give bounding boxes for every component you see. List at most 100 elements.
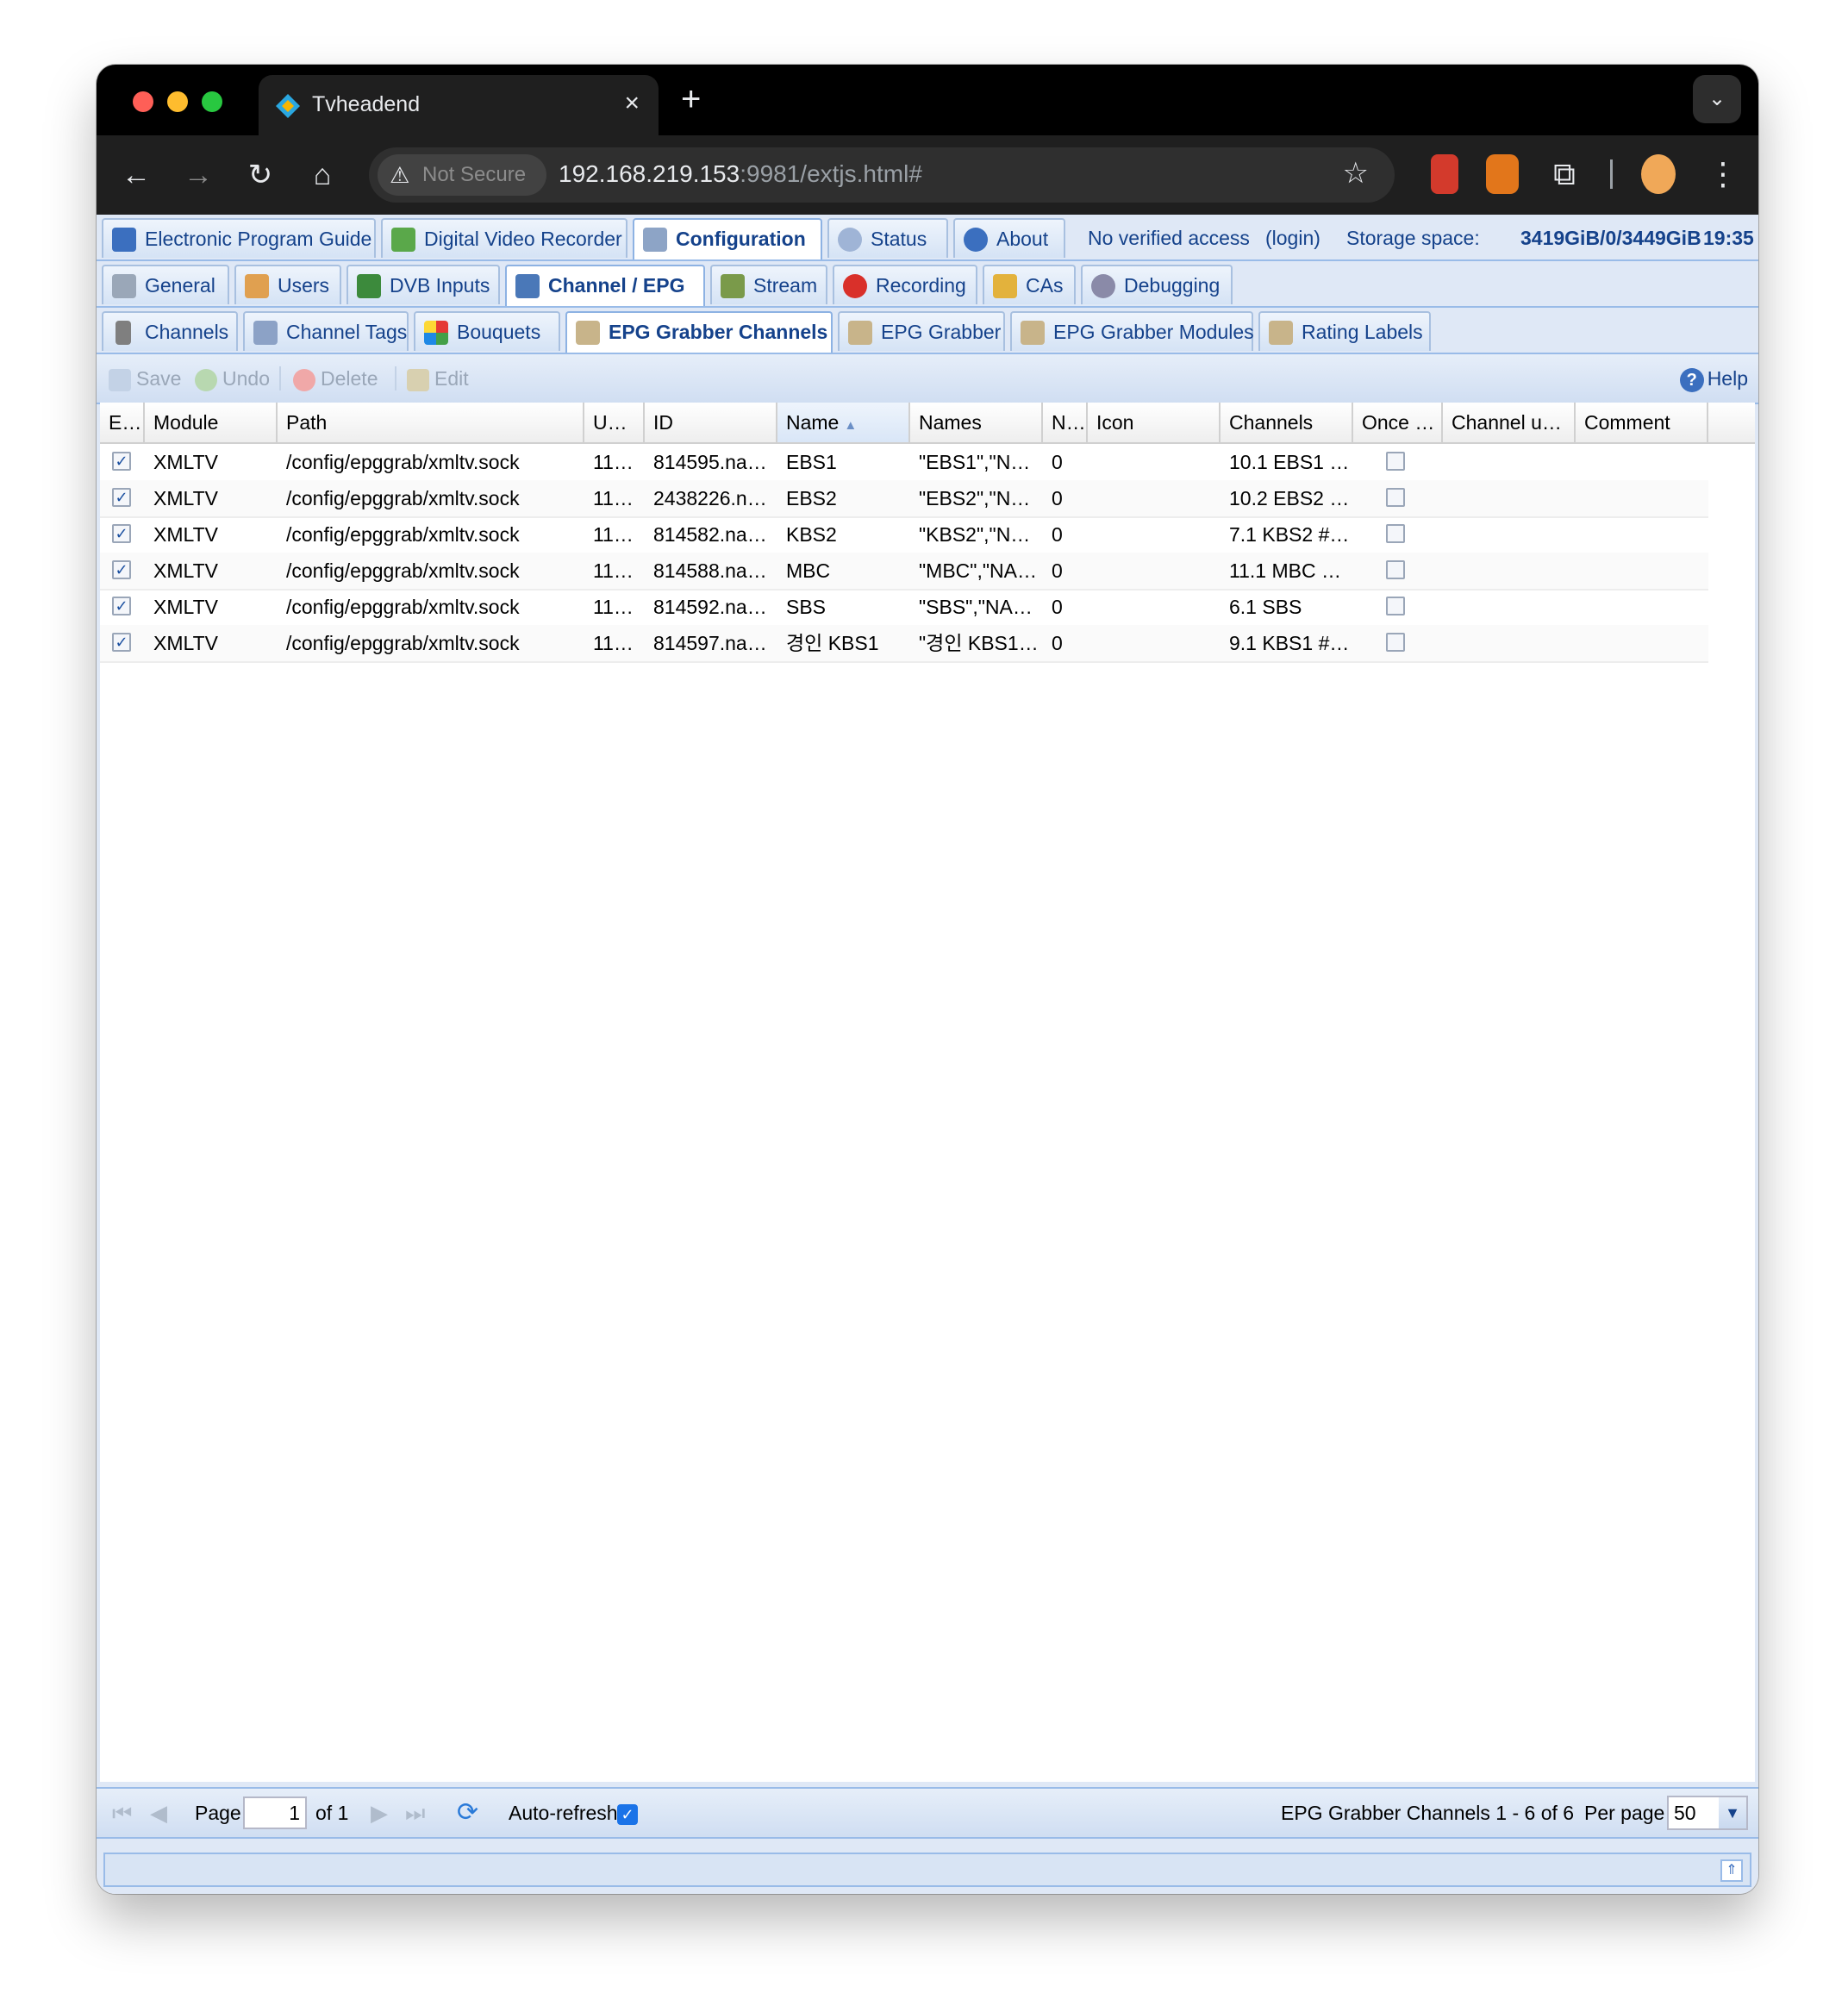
profile-avatar-icon[interactable]	[1641, 154, 1676, 194]
enabled-checkbox[interactable]: ✓	[112, 488, 131, 507]
tab-dvb-inputs[interactable]: DVB Inputs	[346, 265, 500, 304]
tab-rating-labels[interactable]: Rating Labels	[1258, 311, 1431, 351]
column-header-comment[interactable]: Comment	[1576, 403, 1708, 442]
tab-epg-grabber[interactable]: EPG Grabber	[838, 311, 1005, 351]
enabled-checkbox[interactable]: ✓	[112, 524, 131, 543]
column-header-updated[interactable]: U…	[584, 403, 645, 442]
minimize-window-button[interactable]	[167, 91, 188, 112]
undo-button[interactable]: Undo	[195, 354, 270, 403]
maximize-window-button[interactable]	[202, 91, 222, 112]
column-header-channel-update[interactable]: Channel u…	[1443, 403, 1576, 442]
column-header-enabled[interactable]: E…	[100, 403, 145, 442]
extensions-puzzle-icon[interactable]: ⧉	[1545, 154, 1584, 194]
book-extension-icon[interactable]	[1431, 154, 1458, 194]
tab-channels[interactable]: Channels	[102, 311, 238, 351]
tab-bouquets[interactable]: Bouquets	[414, 311, 560, 351]
once-checkbox[interactable]	[1386, 597, 1405, 615]
per-page-select[interactable]: 50 ▼	[1667, 1796, 1748, 1830]
login-link[interactable]: (login)	[1265, 215, 1320, 261]
close-window-button[interactable]	[133, 91, 153, 112]
tab-close-icon[interactable]: ×	[624, 89, 640, 118]
enabled-checkbox[interactable]: ✓	[112, 452, 131, 471]
expand-panel-icon[interactable]: ⇑	[1720, 1859, 1743, 1882]
tab-digital-video-recorder[interactable]: Digital Video Recorder	[381, 218, 627, 258]
tab-cas[interactable]: CAs	[983, 265, 1076, 304]
tab-users[interactable]: Users	[234, 265, 341, 304]
tab-label: CAs	[1026, 274, 1064, 297]
column-header-icon[interactable]: Icon	[1088, 403, 1221, 442]
security-chip[interactable]: ⚠ Not Secure	[378, 154, 546, 196]
forward-arrow-icon[interactable]: →	[178, 154, 219, 196]
once-checkbox[interactable]	[1386, 524, 1405, 543]
address-bar[interactable]: ⚠ Not Secure 192.168.219.153:9981/extjs.…	[369, 147, 1395, 203]
column-header-number[interactable]: N…	[1043, 403, 1088, 442]
fox-extension-icon[interactable]	[1486, 154, 1519, 194]
last-page-icon[interactable]: ⏭	[405, 1789, 425, 1837]
tab-general[interactable]: General	[102, 265, 229, 304]
new-tab-icon[interactable]: +	[681, 80, 701, 119]
per-page-label: Per page	[1584, 1802, 1665, 1824]
browser-tab[interactable]: Tvheadend ×	[259, 75, 659, 135]
help-button[interactable]: ? Help	[1679, 354, 1748, 403]
back-arrow-icon[interactable]: ←	[116, 154, 157, 196]
tab-search-chevron-icon[interactable]: ⌄	[1693, 75, 1741, 123]
reload-icon[interactable]: ↻	[240, 154, 281, 196]
table-row[interactable]: ✓ XMLTV/config/epggrab/xmltv.sock 11… 24382…	[100, 480, 1708, 518]
tab-debugging[interactable]: Debugging	[1081, 265, 1233, 304]
table-row[interactable]: ✓ XMLTV/config/epggrab/xmltv.sock 11… 81458…	[100, 553, 1708, 590]
column-header-module[interactable]: Module	[145, 403, 278, 442]
info-icon	[964, 228, 988, 252]
column-header-once[interactable]: Once …	[1353, 403, 1443, 442]
cell-names: "KBS2","N…	[919, 523, 1031, 546]
column-header-path[interactable]: Path	[278, 403, 584, 442]
tab-channel-tags[interactable]: Channel Tags	[243, 311, 409, 351]
grid-header: E… Module Path U… ID Name ▲ Names N… Icon…	[100, 403, 1755, 444]
tab-epg-grabber-channels[interactable]: EPG Grabber Channels	[565, 311, 833, 353]
refresh-icon[interactable]: ⟳	[457, 1789, 478, 1837]
more-menu-icon[interactable]: ⋮	[1703, 154, 1743, 194]
cell-channel-u	[1443, 444, 1576, 480]
tvheadend-favicon-icon	[276, 94, 300, 118]
cell-channel-u	[1443, 553, 1576, 589]
tab-stream[interactable]: Stream	[710, 265, 827, 304]
once-checkbox[interactable]	[1386, 452, 1405, 471]
save-button[interactable]: Save	[109, 354, 181, 403]
bookmark-star-icon[interactable]: ☆	[1343, 156, 1369, 191]
once-checkbox[interactable]	[1386, 560, 1405, 579]
tab-epg-grabber-modules[interactable]: EPG Grabber Modules	[1010, 311, 1254, 351]
table-row[interactable]: ✓ XMLTV/config/epggrab/xmltv.sock 11… 81459…	[100, 589, 1708, 627]
next-page-icon[interactable]: ▶	[371, 1789, 388, 1837]
once-checkbox[interactable]	[1386, 488, 1405, 507]
table-row[interactable]: ✓ XMLTV/config/epggrab/xmltv.sock 11… 81458…	[100, 516, 1708, 554]
tab-configuration[interactable]: Configuration	[633, 218, 822, 259]
tab-label: EPG Grabber Modules	[1053, 321, 1254, 343]
eye-icon	[838, 228, 862, 252]
cell-name: SBS	[786, 596, 827, 618]
once-checkbox[interactable]	[1386, 633, 1405, 652]
page-number-input[interactable]: 1	[243, 1796, 307, 1829]
enabled-checkbox[interactable]: ✓	[112, 633, 131, 652]
chevron-down-icon[interactable]: ▼	[1719, 1797, 1746, 1828]
edit-button[interactable]: Edit	[407, 354, 469, 403]
home-icon[interactable]: ⌂	[302, 154, 343, 196]
column-header-names[interactable]: Names	[910, 403, 1043, 442]
table-row[interactable]: ✓ XMLTV/config/epggrab/xmltv.sock 11… 81459…	[100, 625, 1708, 663]
tab-channel-epg[interactable]: Channel / EPG	[505, 265, 705, 306]
enabled-checkbox[interactable]: ✓	[112, 560, 131, 579]
column-header-name[interactable]: Name ▲	[777, 403, 910, 442]
storage-value: 3419GiB/0/3449GiB	[1520, 227, 1701, 249]
enabled-checkbox[interactable]: ✓	[112, 597, 131, 615]
column-header-id[interactable]: ID	[645, 403, 777, 442]
tab-electronic-program-guide[interactable]: Electronic Program Guide	[102, 218, 376, 258]
first-page-icon[interactable]: ⏮	[112, 1789, 132, 1837]
tab-status[interactable]: Status	[827, 218, 948, 258]
url-text[interactable]: 192.168.219.153:9981/extjs.html#	[559, 160, 922, 188]
tab-recording[interactable]: Recording	[833, 265, 977, 304]
tab-about[interactable]: About	[953, 218, 1065, 258]
column-header-channels[interactable]: Channels	[1221, 403, 1353, 442]
delete-button[interactable]: Delete	[293, 354, 378, 403]
table-row[interactable]: ✓ XMLTV/config/epggrab/xmltv.sock 11… 81459…	[100, 444, 1708, 482]
tab-label: Channel Tags	[286, 321, 408, 343]
previous-page-icon[interactable]: ◀	[150, 1789, 167, 1837]
auto-refresh-checkbox[interactable]: ✓	[617, 1804, 638, 1825]
